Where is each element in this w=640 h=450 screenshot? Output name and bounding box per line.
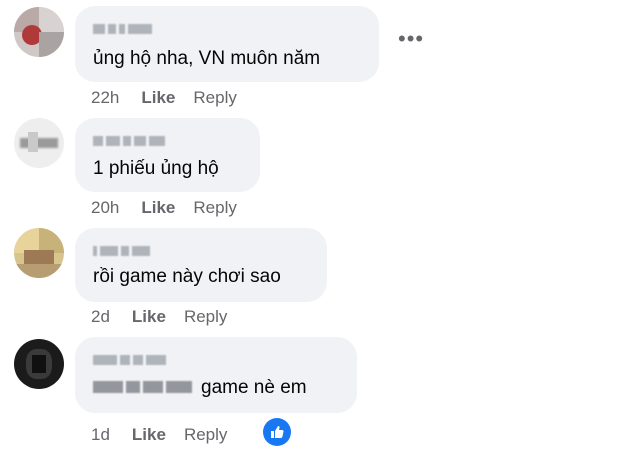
like-button[interactable]: Like	[132, 425, 166, 444]
comment-text: game nè em	[93, 377, 307, 399]
comment-bubble: game nè em	[75, 337, 357, 413]
author-name[interactable]	[93, 20, 155, 34]
comment-actions: 1d Like Reply	[91, 425, 227, 445]
comment-actions: 2d Like Reply	[91, 307, 227, 327]
comment-text-visible: game nè em	[201, 377, 307, 399]
like-button[interactable]: Like	[141, 88, 175, 107]
timestamp[interactable]: 1d	[91, 425, 110, 444]
avatar[interactable]	[14, 339, 64, 389]
like-reaction-icon[interactable]	[263, 418, 291, 446]
comment-actions: 20h Like Reply	[91, 198, 237, 218]
avatar[interactable]	[14, 118, 64, 168]
reply-button[interactable]: Reply	[184, 307, 227, 326]
like-button[interactable]: Like	[132, 307, 166, 326]
timestamp[interactable]: 2d	[91, 307, 110, 326]
reply-button[interactable]: Reply	[184, 425, 227, 444]
comment-bubble: ủng hộ nha, VN muôn năm	[75, 6, 379, 82]
timestamp[interactable]: 22h	[91, 88, 119, 107]
more-options-icon[interactable]: •••	[398, 28, 424, 50]
avatar[interactable]	[14, 228, 64, 278]
reply-button[interactable]: Reply	[193, 198, 236, 217]
avatar[interactable]	[14, 7, 64, 57]
comment-actions: 22h Like Reply	[91, 88, 237, 108]
comment-bubble: rồi game này chơi sao	[75, 228, 327, 302]
author-name[interactable]	[93, 351, 169, 365]
like-button[interactable]: Like	[141, 198, 175, 217]
comment-text: ủng hộ nha, VN muôn năm	[93, 48, 321, 69]
reply-button[interactable]: Reply	[193, 88, 236, 107]
author-name[interactable]	[93, 132, 168, 146]
comment-text: 1 phiếu ủng hộ	[93, 158, 219, 179]
comment-text: rồi game này chơi sao	[93, 266, 281, 287]
comment-bubble: 1 phiếu ủng hộ	[75, 118, 260, 192]
author-name[interactable]	[93, 242, 153, 256]
blurred-mention[interactable]	[93, 377, 195, 399]
timestamp[interactable]: 20h	[91, 198, 119, 217]
